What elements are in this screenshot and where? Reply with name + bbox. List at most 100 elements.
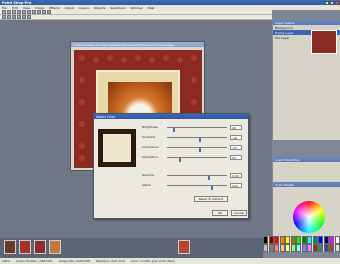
slider-label: Luminance [142, 145, 159, 149]
slider-gamma[interactable]: Gamma 0.90 [142, 172, 246, 180]
slider-value-field[interactable]: 53 [230, 154, 242, 160]
slider-track[interactable] [167, 175, 227, 180]
thumbnail[interactable] [19, 240, 31, 254]
menu-help[interactable]: Help [147, 6, 154, 10]
swatch[interactable] [323, 236, 329, 244]
menu-file[interactable]: File [2, 6, 7, 10]
swatch[interactable] [323, 244, 329, 252]
status-bar: 100% Cursor Position: (398,128) Image Si… [0, 258, 340, 264]
maximize-icon[interactable] [330, 0, 334, 5]
swatch[interactable] [318, 236, 324, 244]
zoom-icon[interactable] [47, 10, 51, 14]
swatch[interactable] [274, 244, 280, 252]
menu-adjust[interactable]: Adjust [65, 6, 74, 10]
slider-thumb[interactable] [207, 176, 210, 180]
save-icon[interactable] [12, 10, 16, 14]
layer-name: Frame Layer [275, 30, 294, 35]
slider-value-field[interactable]: 40 [230, 124, 242, 130]
swatch[interactable] [285, 244, 291, 252]
swatch[interactable] [274, 236, 280, 244]
slider-track[interactable] [167, 147, 227, 152]
close-icon[interactable] [335, 0, 339, 5]
copy-icon[interactable] [37, 10, 41, 14]
slider-thumb[interactable] [172, 128, 175, 132]
reset-to-default-button[interactable]: Reset To Default [194, 196, 228, 202]
swatch[interactable] [290, 244, 296, 252]
print-icon[interactable] [17, 10, 21, 14]
slider-alpha[interactable]: Alpha 100 [142, 182, 246, 190]
slider-label: Gamma [142, 173, 154, 177]
slider-track[interactable] [167, 157, 227, 162]
slider-track[interactable] [167, 185, 227, 190]
swatch[interactable] [296, 236, 302, 244]
status-cursor: Cursor Position: (398,128) [16, 259, 53, 263]
menu-view[interactable]: View [23, 6, 30, 10]
slider-thumb[interactable] [198, 148, 201, 152]
swatch[interactable] [318, 244, 324, 252]
swatch[interactable] [279, 244, 285, 252]
swatch[interactable] [334, 236, 340, 244]
thumbnail[interactable] [34, 240, 46, 254]
menu-edit[interactable]: Edit [12, 6, 18, 10]
cancel-button[interactable]: Cancel [231, 210, 247, 216]
slider-thumb[interactable] [210, 186, 213, 190]
swatch[interactable] [301, 236, 307, 244]
swatch[interactable] [290, 236, 296, 244]
ok-button[interactable]: OK [212, 210, 228, 216]
thumbnail[interactable] [4, 240, 16, 254]
text-tool-icon[interactable] [27, 15, 31, 19]
undo-icon[interactable] [22, 10, 26, 14]
menu-objects[interactable]: Objects [94, 6, 105, 10]
selection-tool-icon[interactable] [7, 15, 11, 19]
slider-track[interactable] [167, 127, 227, 132]
swatch[interactable] [312, 236, 318, 244]
thumbnail[interactable] [49, 240, 61, 254]
menu-effects[interactable]: Effects [49, 6, 59, 10]
swatch[interactable] [263, 236, 269, 244]
slider-value-field[interactable]: 100 [230, 182, 242, 188]
status-color: Color: (r=255, g=0, b=0) (Red) [130, 259, 175, 263]
paste-icon[interactable] [42, 10, 46, 14]
swatch[interactable] [307, 236, 313, 244]
swatch[interactable] [312, 244, 318, 252]
layer-name: Fox Layer [275, 35, 290, 40]
status-zoom: 100% [2, 259, 10, 263]
new-icon[interactable] [2, 10, 6, 14]
menu-layers[interactable]: Layers [79, 6, 89, 10]
swatch[interactable] [301, 244, 307, 252]
swatch[interactable] [334, 244, 340, 252]
slider-value-field[interactable]: 0.90 [230, 172, 242, 178]
slider-value-field[interactable]: -25 [230, 144, 242, 150]
open-icon[interactable] [7, 10, 11, 14]
swatch[interactable] [329, 244, 335, 252]
slider-value-field[interactable]: -16 [230, 134, 242, 140]
slider-thumb[interactable] [198, 138, 201, 142]
pan-tool-icon[interactable] [2, 15, 6, 19]
color-wheel[interactable] [293, 201, 325, 233]
redo-icon[interactable] [27, 10, 31, 14]
swatch[interactable] [279, 236, 285, 244]
swatch[interactable] [329, 236, 335, 244]
swatch[interactable] [285, 236, 291, 244]
menu-selections[interactable]: Selections [110, 6, 125, 10]
slider-contrast[interactable]: Contrast -16 [142, 134, 246, 142]
thumbnail[interactable] [178, 240, 190, 254]
cut-icon[interactable] [32, 10, 36, 14]
swatch[interactable] [296, 244, 302, 252]
menu-window[interactable]: Window [131, 6, 143, 10]
fill-tool-icon[interactable] [22, 15, 26, 19]
menu-image[interactable]: Image [35, 6, 44, 10]
minimize-icon[interactable] [325, 0, 329, 5]
eraser-tool-icon[interactable] [17, 15, 21, 19]
swatch[interactable] [307, 244, 313, 252]
brush-tool-icon[interactable] [12, 15, 16, 19]
slider-luminance[interactable]: Luminance -25 [142, 144, 246, 152]
swatch[interactable] [263, 244, 269, 252]
status-selection: Selection: (0,0) (0,0) [95, 259, 125, 263]
slider-track[interactable] [167, 137, 227, 142]
swatch[interactable] [268, 244, 274, 252]
slider-brightness[interactable]: Brightness 40 [142, 124, 246, 132]
swatch[interactable] [268, 236, 274, 244]
slider-thumb[interactable] [178, 158, 181, 162]
slider-saturation[interactable]: Saturation 53 [142, 154, 246, 162]
